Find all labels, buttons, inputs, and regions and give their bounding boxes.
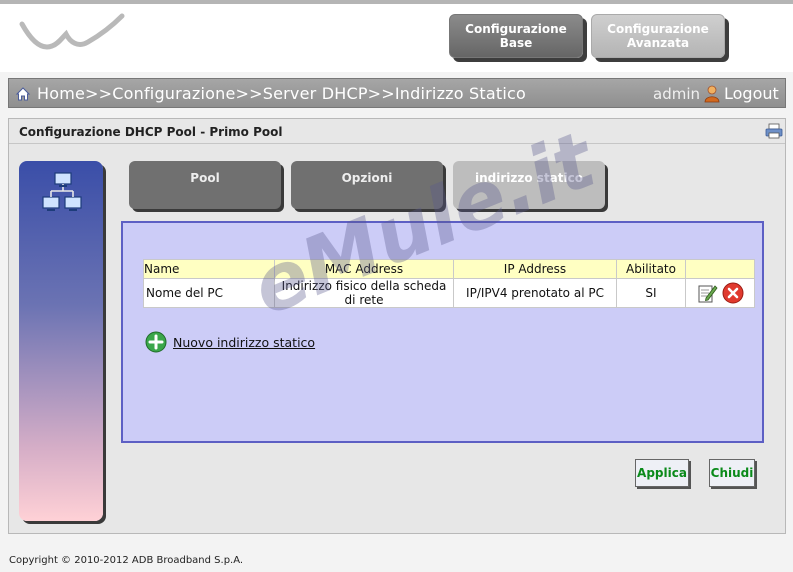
tab-opzioni[interactable]: Opzioni	[291, 161, 443, 209]
new-static-address-label[interactable]: Nuovo indirizzo statico	[173, 335, 315, 350]
header-name: Name	[143, 259, 275, 279]
header: Configurazione Base Configurazione Avanz…	[0, 4, 793, 72]
header-ip: IP Address	[453, 259, 617, 279]
close-button[interactable]: Chiudi	[709, 459, 755, 487]
main-panel: Configurazione DHCP Pool - Primo Pool Po…	[8, 118, 786, 534]
footer-copyright: Copyright © 2010-2012 ADB Broadband S.p.…	[9, 555, 244, 566]
apply-button[interactable]: Applica	[635, 459, 689, 487]
header-actions	[685, 259, 755, 279]
row-mac: Indirizzo fisico della scheda di rete	[274, 278, 454, 308]
static-address-content: Name MAC Address IP Address Abilitato No…	[121, 221, 764, 443]
table-row: Nome del PC Indirizzo fisico della sched…	[143, 278, 755, 308]
static-address-table: Name MAC Address IP Address Abilitato No…	[143, 259, 755, 308]
print-icon[interactable]	[765, 123, 783, 139]
row-enabled: SI	[616, 278, 686, 308]
breadcrumb: Home>>Configurazione>>Server DHCP>>Indir…	[8, 78, 786, 108]
row-name: Nome del PC	[143, 278, 275, 308]
side-panel	[19, 161, 103, 521]
row-ip: IP/IPV4 prenotato al PC	[453, 278, 617, 308]
edit-icon[interactable]	[696, 282, 718, 304]
tab-pool[interactable]: Pool	[129, 161, 281, 209]
config-base-button[interactable]: Configurazione Base	[449, 14, 583, 58]
home-icon[interactable]	[15, 86, 31, 102]
plus-icon	[145, 331, 167, 353]
header-mac: MAC Address	[274, 259, 454, 279]
row-actions	[685, 278, 755, 308]
user-icon	[704, 85, 720, 103]
tab-indirizzo-statico[interactable]: indirizzo statico	[453, 161, 605, 209]
network-icon	[42, 172, 82, 211]
header-enabled: Abilitato	[616, 259, 686, 279]
username-label: admin	[653, 85, 700, 103]
panel-divider	[9, 143, 785, 144]
logo-icon	[19, 13, 125, 50]
panel-title: Configurazione DHCP Pool - Primo Pool	[19, 125, 283, 139]
config-advanced-button[interactable]: Configurazione Avanzata	[591, 14, 725, 58]
logout-link[interactable]: Logout	[724, 84, 779, 103]
table-header-row: Name MAC Address IP Address Abilitato	[143, 259, 755, 279]
delete-icon[interactable]	[722, 282, 744, 304]
new-static-address-link[interactable]: Nuovo indirizzo statico	[145, 331, 315, 353]
breadcrumb-path[interactable]: Home>>Configurazione>>Server DHCP>>Indir…	[37, 84, 526, 103]
